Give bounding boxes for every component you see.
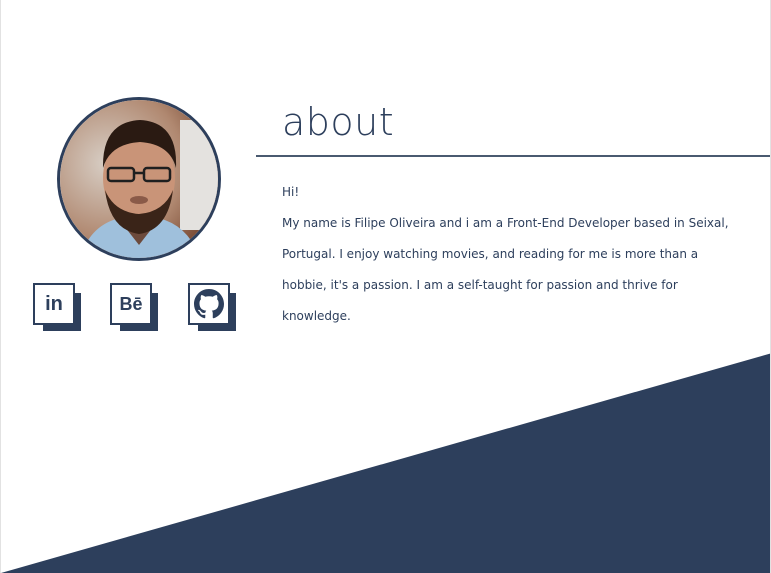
linkedin-label: in [45,292,63,315]
about-title: about [282,100,395,144]
bio-paragraph: My name is Filipe Oliveira and i am a Fr… [282,216,729,323]
title-divider [256,155,770,157]
profile-photo [60,100,218,258]
linkedin-link[interactable]: in [33,283,83,333]
behance-label: Bē [119,293,143,314]
linkedin-icon: in [33,283,75,325]
behance-link[interactable]: Bē [110,283,160,333]
behance-icon: Bē [110,283,152,325]
page: in Bē about Hi! My name is Filipe Olivei… [0,0,771,573]
github-icon [188,283,230,325]
bio-greeting: Hi! [282,185,300,199]
about-bio: Hi! My name is Filipe Oliveira and i am … [282,177,732,332]
profile-avatar [57,97,221,261]
github-link[interactable] [188,283,238,333]
github-octocat-icon [194,289,224,319]
